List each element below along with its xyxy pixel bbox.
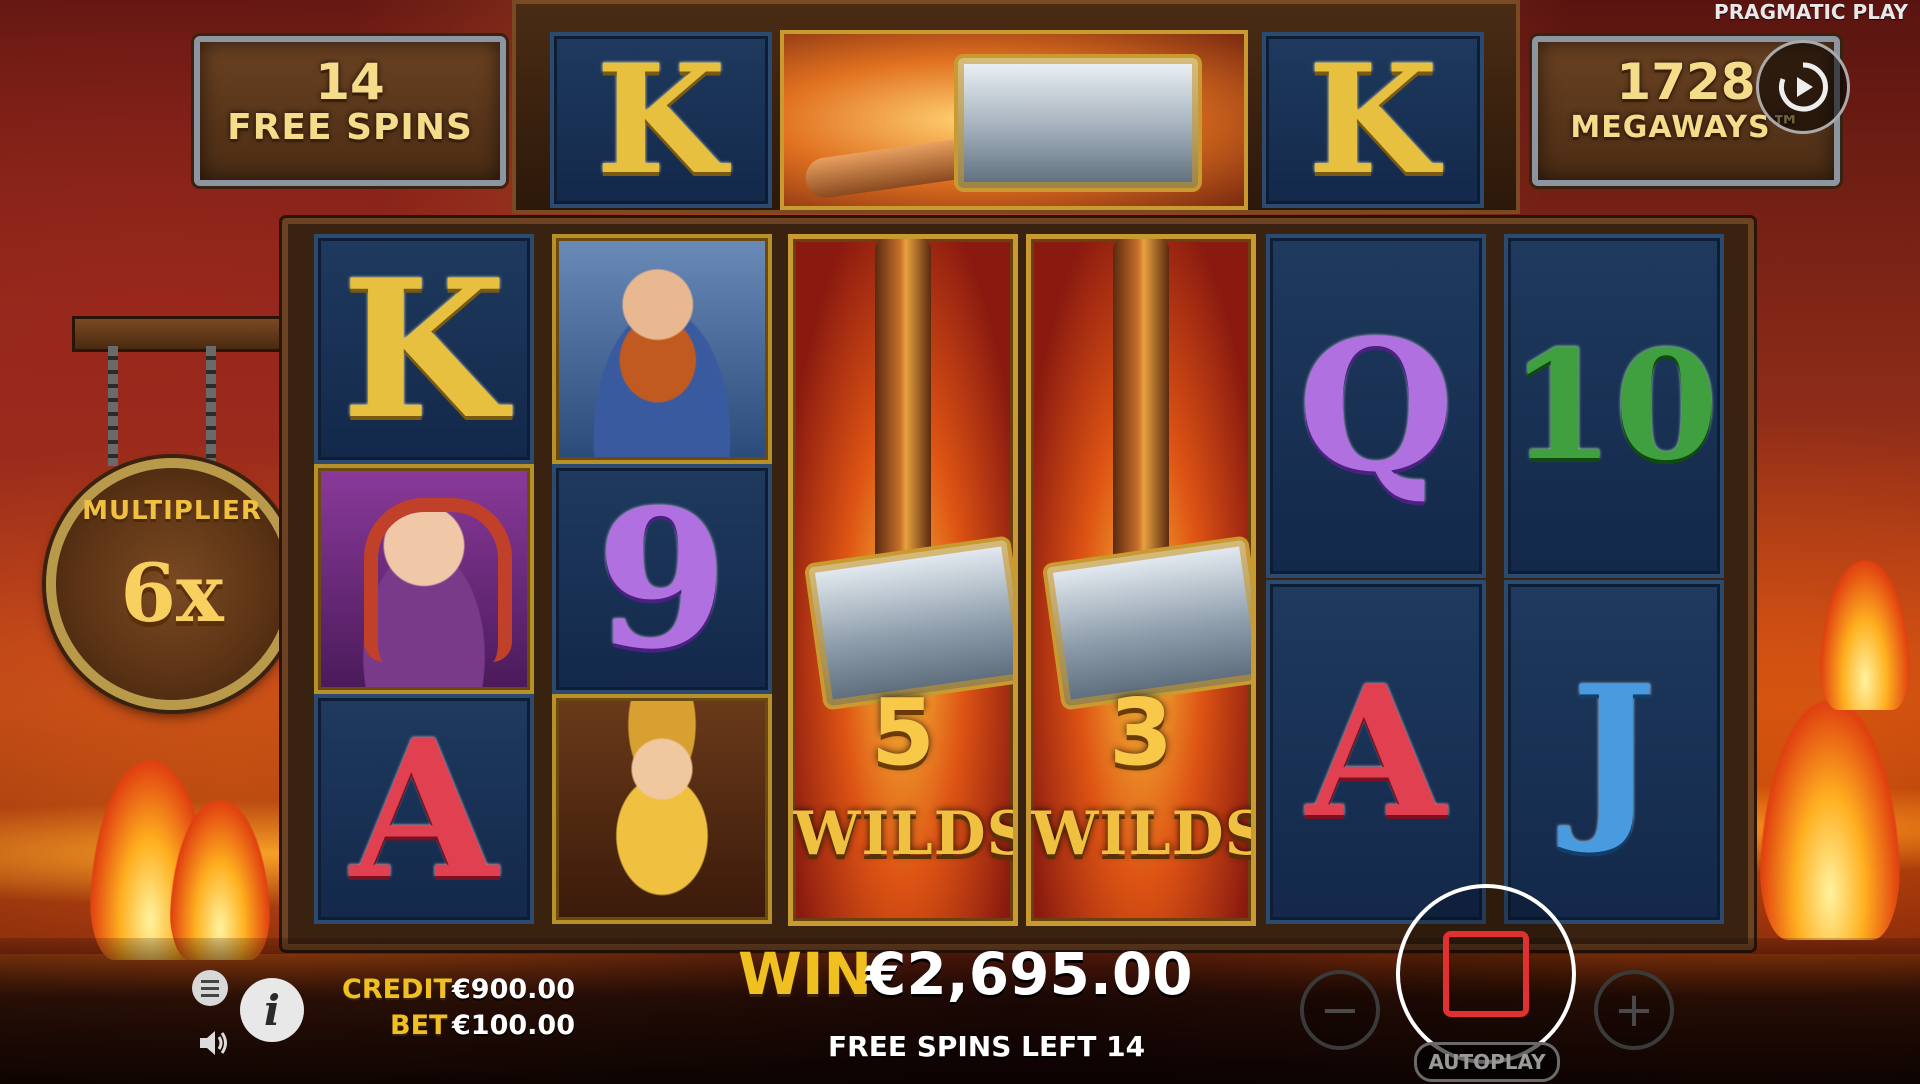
reel5-symbol-q: Q [1266, 234, 1486, 578]
minus-icon: − [1319, 982, 1361, 1038]
increase-bet-button[interactable]: + [1594, 970, 1674, 1050]
reel2-thor-symbol [552, 694, 772, 924]
menu-icon-line [201, 986, 219, 990]
hammer-handle-icon [1113, 239, 1169, 599]
free-spins-panel: 14 FREE SPINS [194, 36, 506, 186]
credit-value: €900.00 [452, 974, 575, 1005]
reel2-dwarf-warrior-symbol [552, 234, 772, 464]
info-icon: i [264, 985, 280, 1035]
plus-icon: + [1613, 982, 1655, 1038]
wild-label: WILDS [1031, 799, 1256, 869]
valkyrie-hair [364, 498, 512, 662]
top-reel-hammer-symbol [780, 30, 1248, 210]
wild-count: 5 [870, 679, 935, 786]
bet-value: €100.00 [452, 1010, 575, 1041]
win-label: WIN [738, 940, 873, 1008]
menu-icon-line [201, 979, 219, 983]
reel6-symbol-j: J [1504, 580, 1724, 924]
stop-icon [1443, 931, 1529, 1017]
top-reel-symbol-k: K [550, 32, 772, 208]
menu-icon-line [201, 993, 219, 997]
menu-button[interactable] [192, 970, 228, 1006]
reel5-symbol-a: A [1266, 580, 1486, 924]
top-reel: K K [512, 0, 1520, 214]
chain-left [108, 346, 118, 466]
reel6-symbol-10: 10 [1504, 234, 1724, 578]
reel1-symbol-a: A [314, 694, 534, 924]
reel-frame: K A 9 5 WILDS 3 WILDS Q A 10 J [282, 218, 1754, 950]
stop-spin-button[interactable] [1396, 884, 1576, 1064]
multiplier-badge: MULTIPLIER 6x [46, 458, 298, 710]
info-button[interactable]: i [240, 978, 304, 1042]
free-spins-left: FREE SPINS LEFT 14 [828, 1030, 1146, 1063]
hammer-head-icon [954, 54, 1202, 192]
replay-icon [1779, 62, 1828, 112]
sound-icon[interactable] [196, 1026, 230, 1060]
hammer-handle-icon [875, 239, 931, 599]
bet-label: BET [390, 1010, 448, 1041]
reel2-symbol-9: 9 [552, 464, 772, 694]
decrease-bet-button[interactable]: − [1300, 970, 1380, 1050]
reel3-wild-reel: 5 WILDS [788, 234, 1018, 926]
wild-label: WILDS [793, 799, 1018, 869]
reel4-wild-reel: 3 WILDS [1026, 234, 1256, 926]
credit-label: CREDIT [342, 974, 452, 1005]
provider-logo: PRAGMATIC PLAY [1714, 0, 1908, 24]
multiplier-value: 6x [120, 546, 224, 640]
wild-count: 3 [1108, 679, 1173, 786]
chain-right [206, 346, 216, 466]
multiplier-label: MULTIPLIER [82, 496, 262, 526]
free-spins-count: 14 [315, 53, 385, 111]
autoplay-button[interactable]: AUTOPLAY [1414, 1042, 1560, 1082]
multiplier-sign-beam [72, 316, 288, 352]
top-reel-symbol-k-2: K [1262, 32, 1484, 208]
reel1-valkyrie-symbol [314, 464, 534, 694]
win-value: €2,695.00 [866, 940, 1193, 1008]
free-spins-label: FREE SPINS [227, 107, 473, 148]
replay-button[interactable] [1756, 40, 1850, 134]
reel1-symbol-k: K [314, 234, 534, 464]
